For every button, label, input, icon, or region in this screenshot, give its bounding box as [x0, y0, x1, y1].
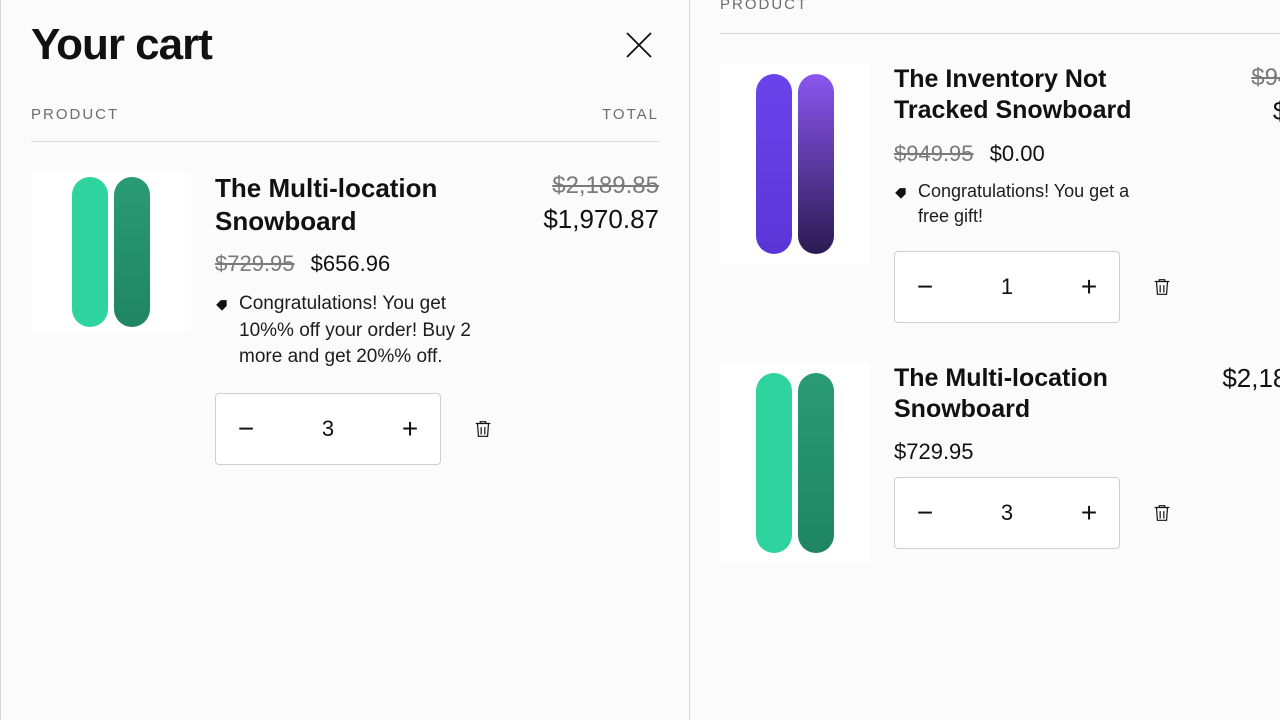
line-total: $2,189.85: [1198, 363, 1280, 394]
snowboard-graphic: [114, 177, 150, 327]
close-icon: [621, 27, 657, 63]
product-name: The Multi-location Snowboard: [215, 172, 495, 237]
line-total-discounted: $0.00: [1198, 96, 1280, 127]
promo-text: Congratulations! You get a free gift!: [918, 179, 1134, 229]
remove-item-button[interactable]: [1150, 275, 1174, 299]
product-thumbnail: [720, 64, 870, 264]
quantity-decrease-button[interactable]: −: [895, 252, 955, 322]
column-label-total: TOTAL: [602, 106, 659, 123]
quantity-stepper: − 3 +: [215, 393, 441, 465]
trash-icon: [1151, 276, 1173, 298]
quantity-increase-button[interactable]: +: [1059, 478, 1119, 548]
quantity-stepper: − 3 +: [894, 477, 1120, 549]
trash-icon: [1151, 502, 1173, 524]
remove-item-button[interactable]: [471, 417, 495, 441]
cart-item: The Inventory Not Tracked Snowboard $949…: [720, 64, 1280, 323]
cart-item: The Multi-location Snowboard $729.95 $65…: [31, 172, 659, 465]
line-total-discounted: $1,970.87: [519, 204, 659, 235]
cart-item: The Multi-location Snowboard $729.95 − 3…: [720, 363, 1280, 563]
product-thumbnail: [31, 172, 191, 332]
close-button[interactable]: [619, 25, 659, 65]
tag-icon: [894, 183, 908, 197]
unit-price-discounted: $0.00: [990, 141, 1045, 166]
quantity-decrease-button[interactable]: −: [895, 478, 955, 548]
snowboard-graphic: [756, 373, 792, 553]
column-label-product: PRODUCT: [720, 0, 808, 13]
unit-price-original: $729.95: [215, 251, 295, 276]
cart-title: Your cart: [31, 20, 212, 70]
unit-price-original: $949.95: [894, 141, 974, 166]
line-total-original: $2,189.85: [519, 172, 659, 200]
snowboard-graphic: [72, 177, 108, 327]
product-name: The Inventory Not Tracked Snowboard: [894, 64, 1174, 127]
snowboard-graphic: [756, 74, 792, 254]
quantity-value: 1: [955, 274, 1059, 300]
quantity-increase-button[interactable]: +: [380, 394, 440, 464]
trash-icon: [472, 418, 494, 440]
column-label-product: PRODUCT: [31, 106, 119, 123]
quantity-value: 3: [276, 416, 380, 442]
unit-price-discounted: $656.96: [311, 251, 391, 276]
product-name: The Multi-location Snowboard: [894, 363, 1174, 426]
divider: [720, 33, 1280, 34]
quantity-decrease-button[interactable]: −: [216, 394, 276, 464]
promo-text: Congratulations! You get 10%% off your o…: [239, 291, 475, 371]
quantity-value: 3: [955, 500, 1059, 526]
tag-icon: [215, 295, 229, 309]
line-total-original: $949.95: [1198, 64, 1280, 92]
divider: [31, 141, 659, 142]
unit-price: $729.95: [894, 439, 974, 464]
product-thumbnail: [720, 363, 870, 563]
quantity-stepper: − 1 +: [894, 251, 1120, 323]
remove-item-button[interactable]: [1150, 501, 1174, 525]
snowboard-graphic: [798, 373, 834, 553]
snowboard-graphic: [798, 74, 834, 254]
quantity-increase-button[interactable]: +: [1059, 252, 1119, 322]
